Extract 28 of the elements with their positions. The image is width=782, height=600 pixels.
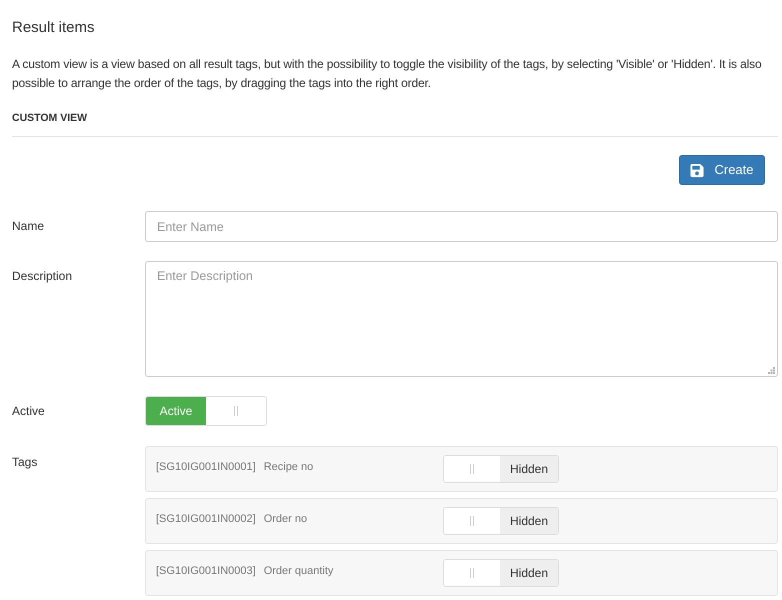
- tag-row[interactable]: [SG10IG001IN0001] Recipe no Hidden: [145, 446, 778, 492]
- grip-icon: [234, 406, 238, 416]
- tag-name: Order quantity: [264, 564, 334, 580]
- toggle-switch[interactable]: Hidden: [443, 455, 559, 483]
- tag-code: [SG10IG001IN0001]: [156, 460, 256, 476]
- tag-name: Order no: [264, 512, 308, 528]
- field-label: Tags: [12, 454, 38, 470]
- grip-icon: [470, 464, 474, 474]
- tag-code: [SG10IG001IN0002]: [156, 512, 256, 528]
- field-label: Name: [12, 218, 46, 234]
- description-text: A custom view is a view based on all result tags, but with the possibility to toggle the visibility of the tags, by selecting 'Visible' or 'Hidden'. It is also possible to arrange the order of the tags, by dragging the tags into the right order.: [12, 56, 762, 92]
- grip-icon: [470, 516, 474, 526]
- tag-row[interactable]: [SG10IG001IN0003] Order quantity Hidden: [145, 550, 778, 596]
- field-label: Active: [12, 403, 46, 419]
- toggle-switch[interactable]: Hidden: [443, 559, 559, 587]
- create-button[interactable]: Create: [679, 155, 765, 185]
- resize-grip-icon[interactable]: [768, 367, 775, 374]
- grip-icon: [470, 568, 474, 578]
- tag-name: Recipe no: [264, 460, 314, 476]
- name-input[interactable]: Enter Name: [145, 211, 778, 242]
- save-icon: [690, 162, 704, 178]
- toggle-switch[interactable]: Hidden: [443, 507, 559, 535]
- description-textarea[interactable]: Enter Description: [145, 261, 778, 377]
- tag-code: [SG10IG001IN0003]: [156, 564, 256, 580]
- field-label: Description: [12, 268, 74, 284]
- page-title: Result items: [12, 19, 96, 37]
- tag-row[interactable]: [SG10IG001IN0002] Order no Hidden: [145, 498, 778, 544]
- section-title: CUSTOM VIEW: [12, 111, 88, 126]
